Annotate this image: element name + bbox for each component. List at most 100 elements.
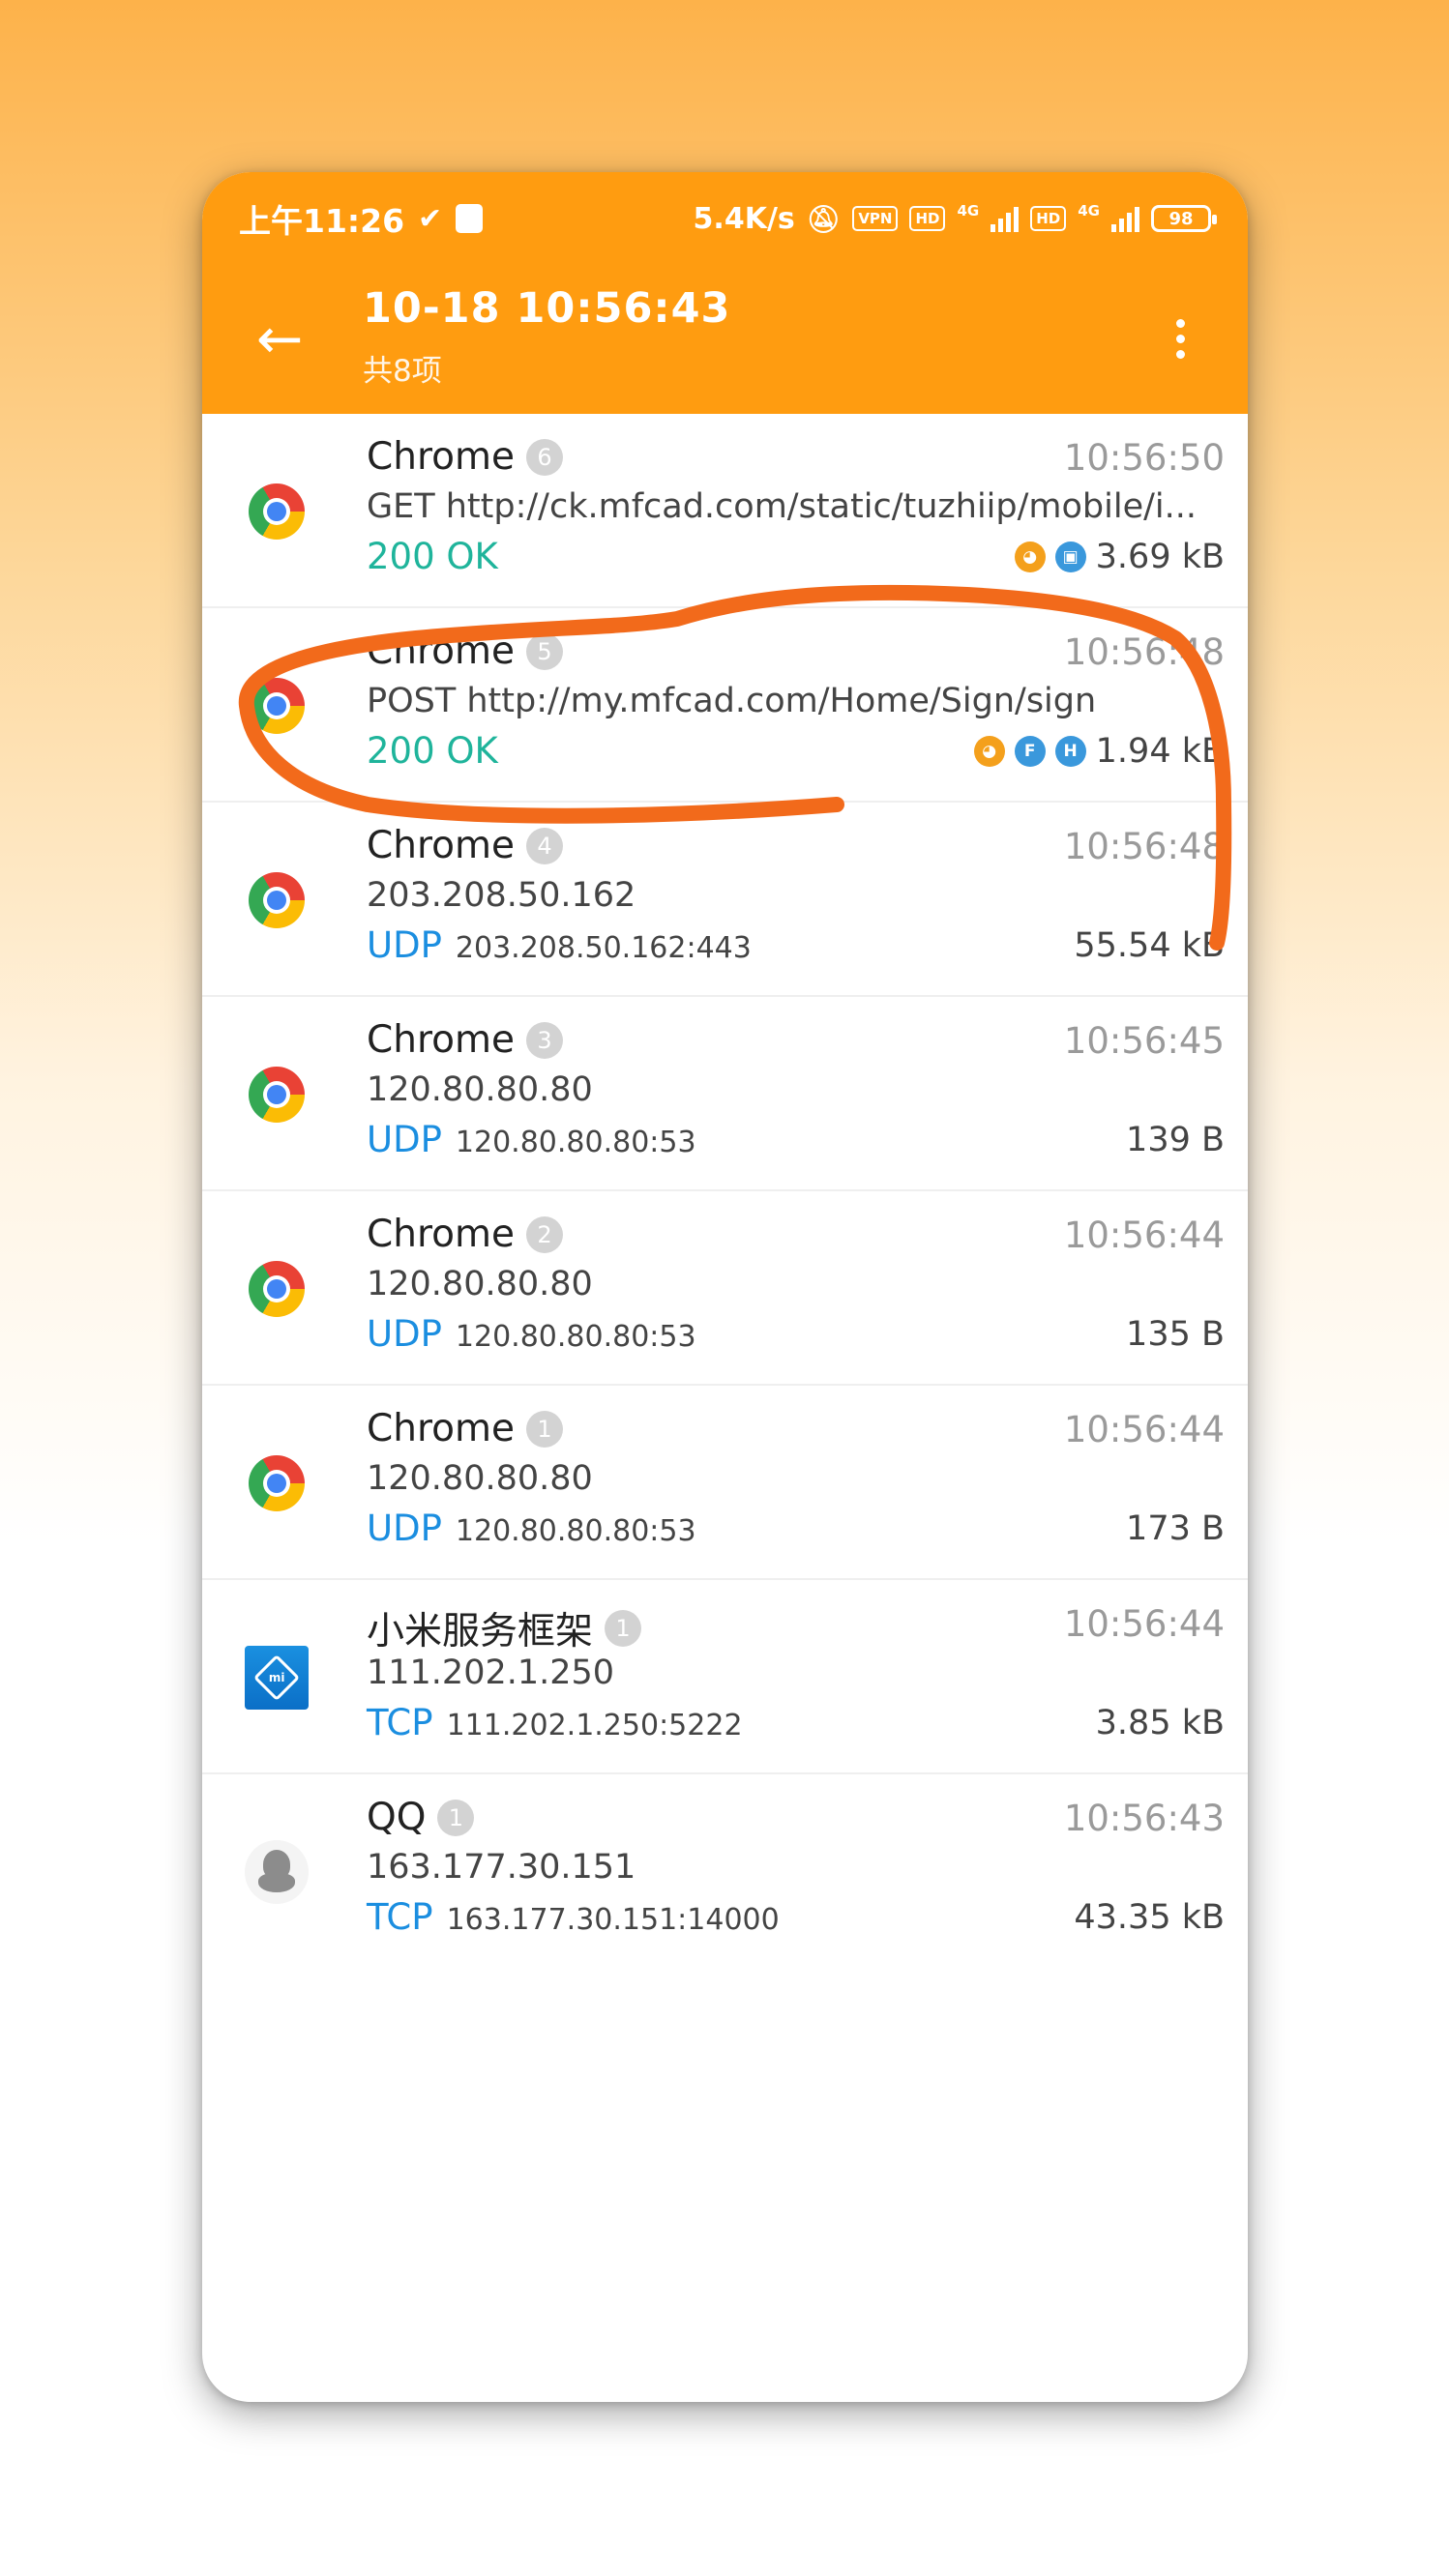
list-item[interactable]: Chrome 2 10:56:44 120.80.80.80 UDP 120.80.… <box>202 1191 1248 1386</box>
app-name: QQ <box>367 1796 427 1839</box>
app-bar: 上午11:26 ✔ 5.4K/s 🔕︎ VPN HD 4G HD 4G 98 ← <box>202 172 1248 414</box>
list-item[interactable]: Chrome 1 10:56:44 120.80.80.80 UDP 120.80.… <box>202 1386 1248 1580</box>
size-text: 173 B <box>1126 1509 1225 1548</box>
more-options-button[interactable] <box>1151 300 1209 377</box>
count-badge: 2 <box>525 1215 563 1253</box>
address-text: 111.202.1.250:5222 <box>446 1709 743 1742</box>
back-button[interactable]: ← <box>241 300 318 377</box>
timestamp: 10:56:44 <box>1063 1215 1225 1256</box>
count-badge: 1 <box>605 1610 642 1647</box>
remote-ip: 203.208.50.162 <box>367 876 636 915</box>
app-name: Chrome <box>367 629 515 673</box>
remote-ip: 120.80.80.80 <box>367 1459 593 1498</box>
list-item[interactable]: QQ 1 10:56:43 163.177.30.151 TCP 163.177.3… <box>202 1774 1248 1969</box>
protocol-label: TCP <box>367 1896 433 1938</box>
protocol-label: UDP <box>367 924 442 966</box>
count-badge: 1 <box>525 1410 563 1448</box>
qq-icon <box>243 1838 310 1906</box>
net-speed: 5.4K/s <box>693 201 795 236</box>
size-text: 3.69 kB <box>1095 538 1225 576</box>
mi-services-icon: mi <box>243 1644 310 1712</box>
address-text: 120.80.80.80:53 <box>455 1320 696 1354</box>
app-name: Chrome <box>367 824 515 867</box>
dot <box>1175 334 1185 343</box>
count-badge: 1 <box>437 1799 475 1836</box>
status-time: 上午11:26 <box>239 202 405 240</box>
signal-icon-2 <box>1111 205 1139 232</box>
address-text: 163.177.30.151:14000 <box>446 1903 780 1937</box>
app-name: Chrome <box>367 435 515 479</box>
battery-icon: 98 <box>1151 205 1217 232</box>
chrome-icon <box>243 1449 310 1517</box>
size-text: 55.54 kB <box>1074 926 1225 965</box>
address-text: 120.80.80.80:53 <box>455 1126 696 1159</box>
toolbar: ← 10-18 10:56:43 共8项 <box>202 265 1248 414</box>
list-item[interactable]: Chrome 5 10:56:48 POST http://my.mfcad.co… <box>202 608 1248 803</box>
network-type-2: 4G <box>1078 201 1100 220</box>
timestamp: 10:56:48 <box>1063 631 1225 673</box>
request-url: GET http://ck.mfcad.com/static/tuzhiip/m… <box>367 487 1197 526</box>
size-text: 3.85 kB <box>1095 1704 1225 1742</box>
address-text: 120.80.80.80:53 <box>455 1514 696 1548</box>
arrow-left-icon: ← <box>255 306 304 371</box>
list-item[interactable]: mi 小米服务框架 1 10:56:44 111.202.1.250 TCP 111… <box>202 1580 1248 1774</box>
count-badge: 6 <box>525 438 563 476</box>
request-list: Chrome 6 10:56:50 GET http://ck.mfcad.com… <box>202 414 1248 1969</box>
cookie-icon: ◕ <box>973 736 1005 767</box>
signal-icon <box>991 205 1020 232</box>
dot <box>1175 349 1185 359</box>
protocol-label: TCP <box>367 1702 433 1743</box>
app-name: 小米服务框架 <box>367 1610 594 1654</box>
bell-muted-icon: 🔕︎ <box>806 202 842 235</box>
chrome-icon <box>243 1061 310 1128</box>
timestamp: 10:56:48 <box>1063 826 1225 867</box>
notification-app-icon <box>456 204 484 233</box>
count-badge: 5 <box>525 632 563 670</box>
timestamp: 10:56:45 <box>1063 1020 1225 1062</box>
header-badge: H <box>1054 736 1086 767</box>
form-badge: F <box>1014 736 1046 767</box>
page-subtitle: 共8项 <box>363 354 442 389</box>
vpn-icon: VPN <box>852 206 899 231</box>
chrome-icon <box>243 672 310 740</box>
protocol-label: UDP <box>367 1508 442 1549</box>
status-bar: 上午11:26 ✔ 5.4K/s 🔕︎ VPN HD 4G HD 4G 98 <box>202 172 1248 265</box>
count-badge: 3 <box>525 1021 563 1059</box>
count-badge: 4 <box>525 827 563 864</box>
image-icon: ▣ <box>1054 542 1086 572</box>
app-name: Chrome <box>367 1407 515 1450</box>
size-text: 43.35 kB <box>1074 1898 1225 1937</box>
size-text: 1.94 kB <box>1095 732 1225 771</box>
status-text: 200 OK <box>367 536 498 577</box>
protocol-label: UDP <box>367 1313 442 1355</box>
chrome-icon <box>243 866 310 934</box>
timestamp: 10:56:50 <box>1063 437 1225 479</box>
size-text: 135 B <box>1126 1315 1225 1354</box>
timestamp: 10:56:43 <box>1063 1798 1225 1839</box>
hd-icon-2: HD <box>1030 206 1067 231</box>
network-type: 4G <box>957 201 980 220</box>
request-url: POST http://my.mfcad.com/Home/Sign/sign <box>367 682 1097 720</box>
timestamp: 10:56:44 <box>1063 1603 1225 1645</box>
mi-logo-text: mi <box>268 1671 285 1684</box>
list-item[interactable]: Chrome 6 10:56:50 GET http://ck.mfcad.com… <box>202 414 1248 608</box>
remote-ip: 111.202.1.250 <box>367 1654 615 1692</box>
dot <box>1175 318 1185 328</box>
list-item[interactable]: Chrome 3 10:56:45 120.80.80.80 UDP 120.80.… <box>202 997 1248 1191</box>
phone-screen: 上午11:26 ✔ 5.4K/s 🔕︎ VPN HD 4G HD 4G 98 ← <box>202 172 1248 2402</box>
app-name: Chrome <box>367 1018 515 1062</box>
cookie-icon: ◕ <box>1014 542 1046 572</box>
status-text: 200 OK <box>367 730 498 772</box>
remote-ip: 120.80.80.80 <box>367 1070 593 1109</box>
size-text: 139 B <box>1126 1121 1225 1159</box>
address-text: 203.208.50.162:443 <box>455 931 752 965</box>
remote-ip: 163.177.30.151 <box>367 1848 636 1887</box>
page-title: 10-18 10:56:43 <box>363 284 731 333</box>
chrome-icon <box>243 1255 310 1323</box>
protocol-label: UDP <box>367 1119 442 1160</box>
app-name: Chrome <box>367 1213 515 1256</box>
list-item[interactable]: Chrome 4 10:56:48 203.208.50.162 UDP 203.2… <box>202 803 1248 997</box>
check-icon: ✔ <box>418 201 443 236</box>
remote-ip: 120.80.80.80 <box>367 1265 593 1303</box>
timestamp: 10:56:44 <box>1063 1409 1225 1450</box>
